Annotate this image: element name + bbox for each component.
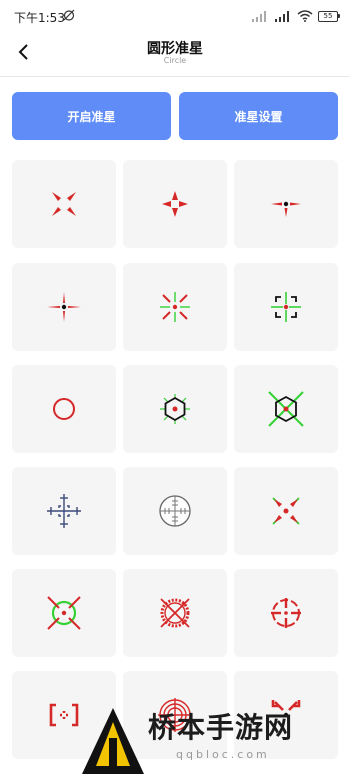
crosshair-tile[interactable]: [123, 467, 227, 555]
green-bracket-box-icon: [271, 292, 301, 322]
green-circle-x-icon: [47, 596, 81, 630]
red-circle-icon: [53, 398, 75, 420]
crosshair-tile[interactable]: [12, 263, 116, 351]
crosshair-tile[interactable]: [12, 160, 116, 248]
gray-circle-scope-icon: [159, 495, 191, 527]
crosshair-tile[interactable]: [12, 467, 116, 555]
red-plus-dot-icon: [47, 292, 81, 322]
red-cross-arrows-icon: [162, 191, 188, 217]
crosshair-tile[interactable]: [234, 569, 338, 657]
red-cross-circle-icon: [271, 598, 301, 628]
red-x-arrows-icon: [52, 192, 76, 216]
watermark-url: qqbloc.com: [176, 748, 270, 761]
crosshair-tile[interactable]: [123, 365, 227, 453]
navy-scope-ticks-icon: [47, 494, 81, 528]
crosshair-tile[interactable]: [123, 263, 227, 351]
red-gear-ring-icon: [160, 598, 190, 628]
crosshair-tile[interactable]: [12, 365, 116, 453]
black-hexagon-icon: [160, 394, 190, 424]
watermark-logo-icon: [82, 708, 144, 774]
red-green-x-dot-icon: [272, 497, 300, 525]
crosshair-grid: [0, 0, 350, 777]
crosshair-tile[interactable]: [12, 569, 116, 657]
crosshair-tile[interactable]: [234, 263, 338, 351]
watermark-text: 桥本手游网: [148, 711, 294, 744]
crosshair-tile[interactable]: [234, 160, 338, 248]
red-green-star-icon: [160, 292, 190, 322]
crosshair-tile[interactable]: [123, 160, 227, 248]
crosshair-tile[interactable]: [234, 467, 338, 555]
crosshair-tile[interactable]: [123, 569, 227, 657]
red-cross-dot-icon: [271, 201, 301, 217]
watermark: 桥本手游网 qqbloc.com: [78, 700, 350, 777]
crosshair-tile[interactable]: [234, 365, 338, 453]
green-hexagon-x-icon: [268, 391, 304, 427]
